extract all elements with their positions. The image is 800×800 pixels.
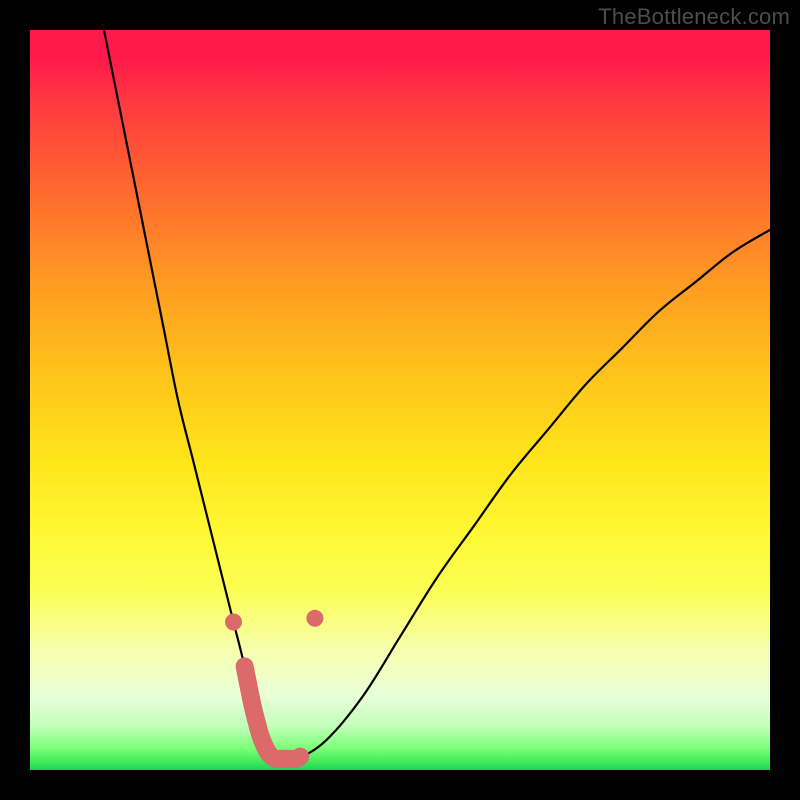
chart-frame: TheBottleneck.com [0,0,800,800]
curve-marker-dot [306,610,323,627]
curve-markers [225,610,323,631]
bottleneck-curve [30,30,770,770]
curve-line [104,30,770,760]
watermark-text: TheBottleneck.com [598,4,790,30]
plot-area [30,30,770,770]
curve-highlight-segment [245,666,301,759]
curve-marker-dot [225,614,242,631]
